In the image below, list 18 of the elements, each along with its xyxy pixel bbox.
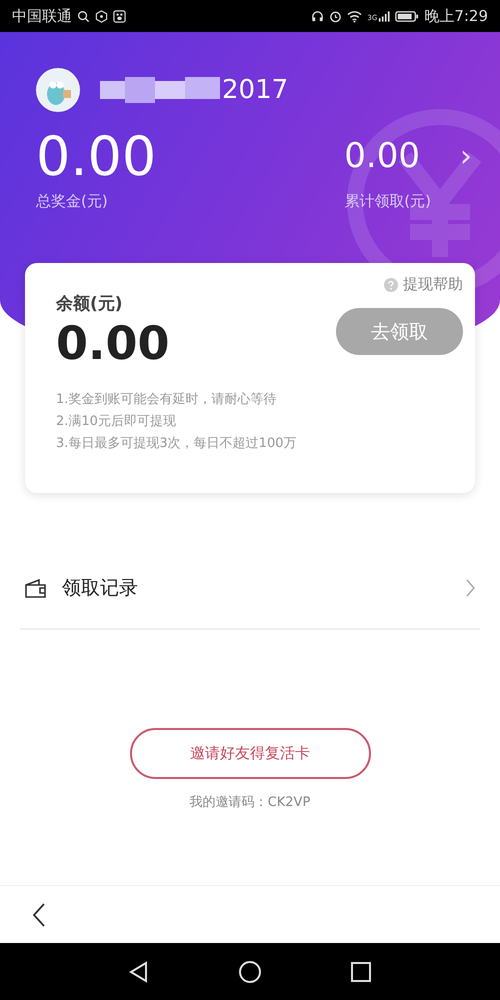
note-text: 2.满10元后即可提现 — [56, 413, 177, 431]
balance-amount: 0.00 — [56, 315, 170, 371]
chevron-link[interactable]: › — [460, 138, 472, 174]
username: 2017 — [222, 75, 288, 105]
note-text: 1.奖金到账可能会有延时，请耐心等待 — [56, 391, 278, 409]
invite-button[interactable]: 邀请好友得复活卡 — [130, 728, 370, 779]
records-row[interactable]: 领取记录 — [0, 558, 500, 618]
carrier-name: 中国联通 — [12, 6, 72, 26]
total-bonus-amount: 0.00 — [36, 126, 156, 188]
invite-code: 我的邀请码：CK2VP — [190, 794, 310, 811]
claimed-amount: 0.00 — [344, 136, 420, 176]
balance-label: 余额(元) — [56, 293, 124, 315]
total-bonus-label: 总奖金(元) — [36, 192, 109, 211]
help-link[interactable]: 提现帮助 — [403, 275, 463, 294]
clock-time: 晚上7:29 — [424, 6, 488, 26]
records-label: 领取记录 — [62, 576, 139, 601]
claimed-label: 累计领取(元) — [344, 192, 432, 211]
note-text: 3.每日最多可提现3次，每日不超过100万 — [56, 435, 298, 453]
